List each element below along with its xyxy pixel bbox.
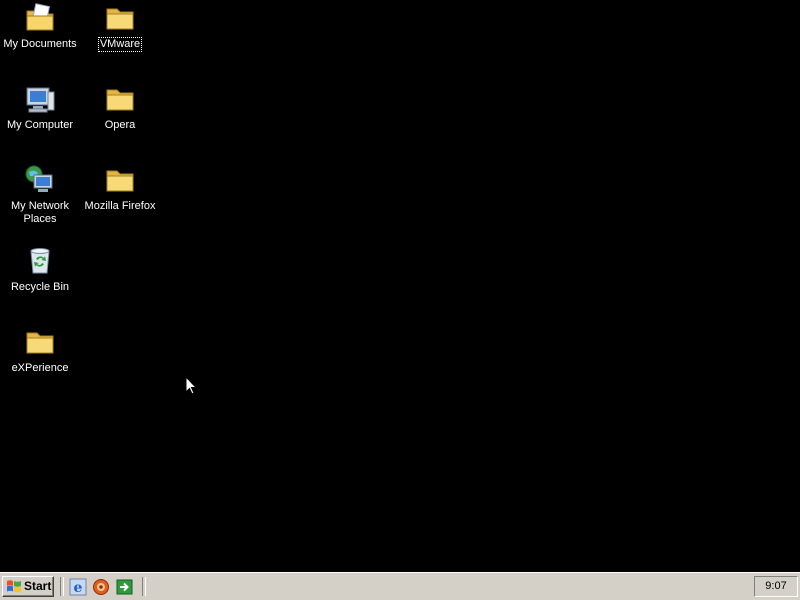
my-documents-icon bbox=[26, 3, 54, 31]
show-desktop-icon[interactable] bbox=[116, 578, 134, 596]
svg-text:e: e bbox=[74, 580, 83, 596]
network-places-icon bbox=[25, 165, 53, 192]
folder-icon bbox=[106, 8, 134, 30]
recycle-bin-icon bbox=[30, 248, 50, 274]
desktop-icon-label: Mozilla Firefox bbox=[84, 200, 156, 212]
start-button-label: Start bbox=[24, 579, 52, 593]
desktop-icon-label: Recycle Bin bbox=[10, 281, 70, 293]
mouse-cursor-icon bbox=[185, 376, 197, 395]
desktop-icon-my-network-places[interactable]: My Network Places bbox=[0, 164, 80, 226]
desktop-icon-vmware[interactable]: VMware bbox=[80, 2, 160, 52]
desktop-icon-label: VMware bbox=[97, 37, 143, 52]
desktop-icon-experience[interactable]: eXPerience bbox=[0, 326, 80, 375]
desktop[interactable]: My Documents VMware My Computer Opera My… bbox=[0, 0, 800, 572]
desktop-icon-my-documents[interactable]: My Documents bbox=[0, 2, 80, 51]
desktop-icon-label: My Network Places bbox=[10, 200, 70, 225]
windows-logo-icon bbox=[7, 580, 21, 593]
desktop-icon-label: My Documents bbox=[3, 38, 77, 50]
system-tray: 9:07 bbox=[754, 576, 798, 597]
desktop-icon-mozilla-firefox[interactable]: Mozilla Firefox bbox=[80, 164, 160, 213]
folder-icon bbox=[106, 170, 134, 192]
desktop-icon-label: eXPerience bbox=[11, 362, 69, 374]
desktop-icon-opera[interactable]: Opera bbox=[80, 83, 160, 132]
media-icon[interactable] bbox=[92, 578, 110, 596]
taskbar: Start e 9:07 bbox=[0, 572, 800, 600]
toolbar-separator[interactable] bbox=[142, 577, 146, 596]
start-button[interactable]: Start bbox=[2, 576, 54, 597]
toolbar-separator[interactable] bbox=[60, 577, 64, 596]
desktop-icon-label: Opera bbox=[104, 119, 136, 131]
internet-explorer-icon[interactable]: e bbox=[69, 578, 87, 596]
folder-icon bbox=[26, 332, 54, 354]
desktop-icon-recycle-bin[interactable]: Recycle Bin bbox=[0, 245, 80, 294]
clock[interactable]: 9:07 bbox=[755, 580, 797, 592]
my-computer-icon bbox=[26, 87, 55, 113]
desktop-icon-my-computer[interactable]: My Computer bbox=[0, 83, 80, 132]
desktop-icon-label: My Computer bbox=[6, 119, 74, 131]
folder-icon bbox=[106, 89, 134, 111]
